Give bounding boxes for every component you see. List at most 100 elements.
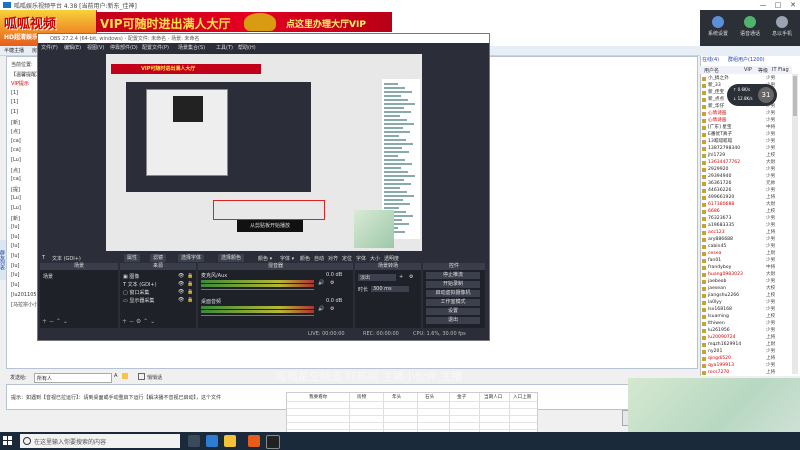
gear-icon[interactable]: ⚙	[330, 280, 334, 286]
settings-button[interactable]: 系统设置	[703, 16, 733, 44]
user-row[interactable]: huang0983023 大尉	[702, 272, 792, 278]
vip-banner[interactable]: VIP可随时进出满人大厅 点这里办理大厅VIP	[96, 12, 392, 32]
user-row[interactable]: acc123 上将	[702, 230, 792, 236]
lock-icon[interactable]: 🔒	[187, 273, 193, 279]
text-opt-auto[interactable]: 自动	[314, 255, 324, 262]
obs-taskbar-icon[interactable]	[266, 435, 280, 449]
select-font-button[interactable]: 选择字体	[178, 254, 205, 262]
selection-box[interactable]	[213, 200, 325, 220]
source-item[interactable]: ▢ 窗口采集	[123, 289, 149, 296]
scrollbar-thumb[interactable]	[793, 76, 797, 116]
scene-item[interactable]: 场景	[43, 273, 53, 280]
user-row[interactable]: lsx168168 少男	[702, 307, 792, 313]
obs-menu-tools[interactable]: 工具(T)	[216, 44, 233, 51]
start-button[interactable]	[3, 436, 13, 446]
text-opt-color2[interactable]: 颜色	[300, 255, 310, 262]
volume-slider[interactable]	[201, 289, 314, 290]
send-to-select[interactable]: 所有人	[34, 373, 112, 383]
virtual-camera-button[interactable]: 启动虚拟摄像机	[426, 290, 480, 297]
col-username[interactable]: 用户名	[704, 67, 719, 74]
user-row[interactable]: 13634477762 大尉	[702, 160, 792, 166]
text-opt-align[interactable]: 对齐	[328, 255, 338, 262]
user-row[interactable]: 13呱呱呱呱 少男	[702, 139, 792, 145]
phone-button[interactable]: 息以手机	[767, 16, 797, 44]
user-row[interactable]: rocs7270 上将	[702, 370, 792, 376]
user-row[interactable]: fan01 少男	[702, 258, 792, 264]
col-vip[interactable]: VIP	[744, 67, 752, 73]
user-row[interactable]: 44636226 少男	[702, 188, 792, 194]
voice-call-button[interactable]: 语音通话	[735, 16, 765, 44]
visibility-eye-icon[interactable]: 👁	[178, 281, 184, 287]
source-item[interactable]: ▭ 显示器采集	[123, 297, 154, 304]
col-flag[interactable]: IT Flag	[772, 67, 789, 73]
user-row[interactable]: 小_搞之外 少男	[702, 76, 792, 82]
lock-icon[interactable]: 🔒	[187, 289, 193, 295]
visibility-eye-icon[interactable]: 👁	[178, 289, 184, 295]
text-opt-opacity[interactable]: 透明度	[384, 255, 399, 262]
user-row[interactable]: 29394940 少男	[702, 174, 792, 180]
source-item[interactable]: ▣ 图像	[123, 273, 139, 280]
user-row[interactable]: qya199913 少男	[702, 363, 792, 369]
transition-type-select[interactable]: 淡出	[358, 274, 396, 281]
toolbar-item[interactable]: 半糖主播	[4, 47, 24, 54]
maximize-button[interactable]: □	[771, 0, 785, 10]
close-button[interactable]: ✕	[786, 0, 800, 10]
user-row[interactable]: qingdi520 上将	[702, 356, 792, 362]
edge-icon[interactable]	[206, 435, 218, 447]
user-row[interactable]: ary886688 少男	[702, 237, 792, 243]
obs-menu-edit[interactable]: 编辑(E)	[64, 44, 81, 51]
user-row[interactable]: la0lyy 少男	[702, 300, 792, 306]
obs-menu-view[interactable]: 视图(V)	[87, 44, 104, 51]
whisper-checkbox[interactable]	[138, 373, 145, 380]
emoji-icon[interactable]	[122, 373, 128, 379]
add-transition-icon[interactable]: +	[399, 274, 403, 280]
user-row[interactable]: 心情诗画 少男	[702, 118, 792, 124]
minimize-button[interactable]: —	[756, 0, 770, 10]
taskbar-search[interactable]: 在这里输入你要搜索的内容	[20, 434, 180, 448]
speaker-icon[interactable]: 🔊	[318, 306, 324, 312]
studio-mode-button[interactable]: 工作室模式	[426, 299, 480, 306]
visibility-eye-icon[interactable]: 👁	[178, 273, 184, 279]
visibility-eye-icon[interactable]: 👁	[178, 297, 184, 303]
app-taskbar-icon[interactable]	[248, 435, 260, 447]
user-row[interactable]: jaebeob 少男	[702, 279, 792, 285]
start-recording-button[interactable]: 开始录制	[426, 281, 480, 288]
move-down-icon[interactable]: ⌄	[63, 318, 68, 325]
duration-input[interactable]: 300 ms	[371, 286, 409, 292]
user-row[interactable]: E番优T真子 少男	[702, 132, 792, 138]
text-opt-position[interactable]: 定位	[342, 255, 352, 262]
gear-icon[interactable]: ⚙	[409, 274, 413, 280]
tab-group-users[interactable]: 群组用户(1200)	[728, 56, 765, 63]
obs-menu-file[interactable]: 文件(F)	[41, 44, 58, 51]
obs-menu-profile[interactable]: 配置文件(P)	[142, 44, 169, 51]
user-row[interactable]: lu261956 少男	[702, 328, 792, 334]
filters-button[interactable]: 滤镜	[150, 254, 167, 262]
text-opt-color[interactable]: 颜色 ▾	[258, 255, 272, 262]
user-row[interactable]: 2929920 少男	[702, 167, 792, 173]
network-speed-widget[interactable]: ↑ 0.6K/s ↓ 12.8K/s 31	[727, 84, 777, 106]
user-row[interactable]: [广东] 星宝 中将	[702, 125, 792, 131]
obs-window[interactable]: OBS 27.2.4 (64-bit, windows) - 配置文件: 未命名…	[37, 33, 490, 341]
obs-menu-help[interactable]: 帮助(H)	[238, 44, 256, 51]
user-row[interactable]: 76323673 少男	[702, 216, 792, 222]
text-opt-size[interactable]: 大小	[370, 255, 380, 262]
side-tab[interactable]: 群友列表	[0, 240, 6, 280]
folder-icon[interactable]	[224, 435, 236, 447]
user-row[interactable]: jhl1729 上校	[702, 153, 792, 159]
settings-button[interactable]: 设置	[426, 308, 480, 315]
user-row[interactable]: a19683335 少男	[702, 223, 792, 229]
properties-button[interactable]: 属性	[124, 254, 141, 262]
col-rank[interactable]: 等级	[758, 67, 768, 74]
obs-menu-docks[interactable]: 停靠部件(D)	[110, 44, 138, 51]
remove-source-icon[interactable]: −	[129, 318, 136, 325]
lock-icon[interactable]: 🔒	[187, 297, 193, 303]
user-row[interactable]: frandyboy 中将	[702, 265, 792, 271]
user-row[interactable]: lsuaming 上校	[702, 314, 792, 320]
user-row[interactable]: mqzh1629914 上尉	[702, 342, 792, 348]
volume-slider[interactable]	[201, 315, 314, 316]
add-source-icon[interactable]: +	[122, 318, 129, 325]
user-list-scrollbar[interactable]	[792, 74, 798, 374]
tab-online[interactable]: 在线(4)	[702, 56, 719, 63]
move-up-icon[interactable]: ⌃	[56, 318, 63, 325]
user-row[interactable]: 6686 上校	[702, 209, 792, 215]
